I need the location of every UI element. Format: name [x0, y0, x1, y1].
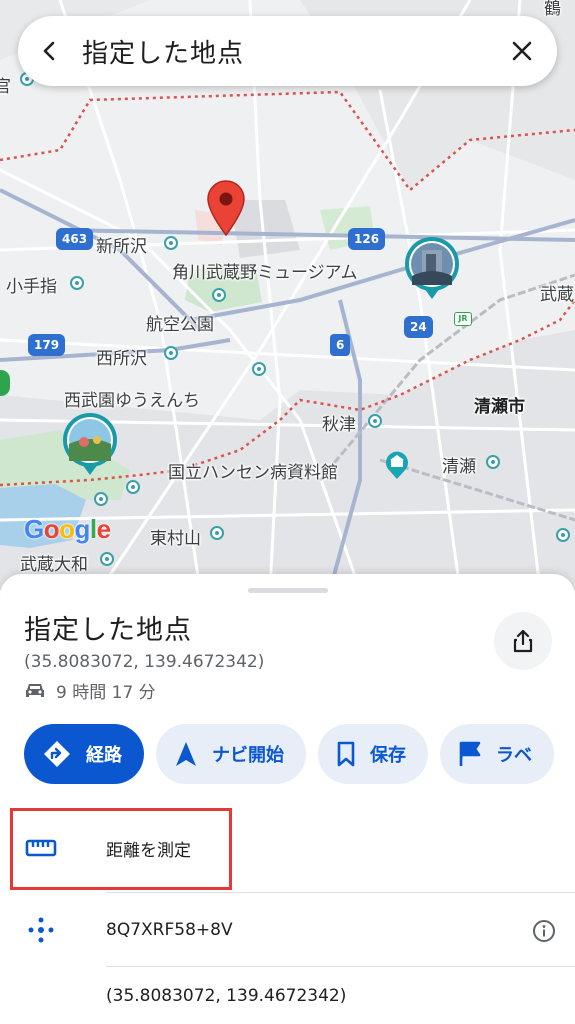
station-icon — [210, 526, 224, 540]
map-label-akitsu: 秋津 — [322, 415, 356, 435]
directions-icon — [44, 741, 70, 767]
coordinates-subtitle: (35.8083072, 139.4672342) — [24, 652, 265, 672]
travel-time-text: 9 時間 17 分 — [56, 683, 156, 703]
label-button[interactable]: ラベ — [440, 724, 554, 784]
plus-code-text: 8Q7XRF58+8V — [106, 920, 233, 940]
station-icon — [252, 362, 266, 376]
divider — [106, 966, 575, 967]
share-icon — [513, 629, 533, 653]
map-label-kiyose-city: 清瀬市 — [474, 397, 525, 417]
bookmark-icon — [337, 741, 355, 767]
info-icon — [533, 920, 555, 942]
map-label-shinsyozawa: 新所沢 — [96, 237, 147, 257]
station-icon — [100, 552, 114, 566]
info-button[interactable] — [531, 918, 557, 944]
measure-distance-row[interactable]: 距離を測定 — [0, 806, 575, 890]
coordinates-row[interactable]: (35.8083072, 139.4672342) — [0, 968, 575, 1024]
amusement-park-photo-marker[interactable] — [62, 412, 118, 476]
route-shield-463: 463 — [56, 228, 94, 250]
route-shield-6: 6 — [330, 334, 351, 356]
map-label-hansen: 国立ハンセン病資料館 — [168, 463, 338, 483]
directions-button[interactable]: 経路 — [24, 724, 144, 784]
map-view[interactable]: 新所沢 小手指 角川武蔵野ミュージアム 航空公園 西所沢 西武園ゆうえんち 清瀬… — [0, 0, 575, 590]
station-icon — [126, 480, 140, 494]
ruler-icon — [25, 839, 57, 857]
share-button[interactable] — [494, 612, 552, 670]
map-label-musashiyamato: 武蔵大和 — [20, 555, 88, 575]
directions-label: 経路 — [86, 745, 122, 766]
start-navigation-button[interactable]: ナビ開始 — [156, 724, 306, 784]
station-icon — [94, 492, 108, 506]
google-logo: Google — [24, 514, 111, 544]
car-icon — [26, 683, 44, 697]
location-pin-icon[interactable] — [206, 180, 246, 237]
station-icon — [212, 288, 226, 302]
jr-icon: JR — [454, 312, 472, 326]
plus-code-icon — [28, 917, 54, 943]
place-sheet: 指定した地点 (35.8083072, 139.4672342) 9 時間 17… — [0, 574, 575, 1024]
map-label-kadokawa: 角川武蔵野ミュージアム — [172, 263, 358, 283]
arrow-back-icon — [43, 41, 55, 61]
route-shield-126: 126 — [348, 228, 386, 250]
back-button[interactable] — [18, 16, 82, 86]
divider — [106, 892, 575, 893]
route-shield-24: 24 — [404, 316, 433, 338]
plus-code-row[interactable]: 8Q7XRF58+8V — [0, 894, 575, 966]
search-bar[interactable]: 指定した地点 — [18, 16, 557, 86]
station-icon — [556, 528, 570, 542]
station-icon — [164, 236, 178, 250]
map-label-kiyose: 清瀬 — [442, 457, 476, 477]
map-label-kotesashi: 小手指 — [6, 277, 57, 297]
label-label: ラベ — [496, 745, 532, 766]
drag-handle[interactable] — [248, 588, 328, 593]
route-shield-179: 179 — [28, 334, 66, 356]
save-label: 保存 — [370, 745, 406, 766]
flag-icon — [459, 741, 481, 766]
place-title: 指定した地点 — [24, 615, 192, 646]
coordinates-text: (35.8083072, 139.4672342) — [106, 986, 347, 1006]
navigation-icon — [176, 742, 196, 766]
station-icon — [368, 414, 382, 428]
travel-time: 9 時間 17 分 — [24, 678, 156, 703]
map-label-nishitokorozawa: 西所沢 — [96, 349, 147, 369]
start-navigation-label: ナビ開始 — [212, 745, 284, 766]
close-icon — [512, 41, 532, 61]
search-title[interactable]: 指定した地点 — [82, 33, 487, 70]
museum-icon[interactable] — [384, 450, 410, 480]
map-base — [0, 0, 575, 590]
action-chips: 経路 ナビ開始 保存 ラベ — [24, 724, 575, 784]
map-label-seibuen: 西武園ゆうえんち — [64, 391, 200, 411]
measure-distance-label: 距離を測定 — [106, 840, 191, 861]
station-icon — [70, 276, 84, 290]
station-icon — [486, 455, 500, 469]
museum-photo-marker[interactable] — [404, 236, 460, 300]
map-label-kokukoen: 航空公園 — [146, 315, 214, 335]
close-button[interactable] — [487, 16, 557, 86]
station-icon — [164, 346, 178, 360]
map-label-higashimurayama: 東村山 — [150, 529, 201, 549]
map-label-musashi-edge: 武蔵 — [540, 285, 574, 305]
save-button[interactable]: 保存 — [318, 724, 428, 784]
map-label-tokugawa-edge: 官 — [0, 77, 11, 97]
